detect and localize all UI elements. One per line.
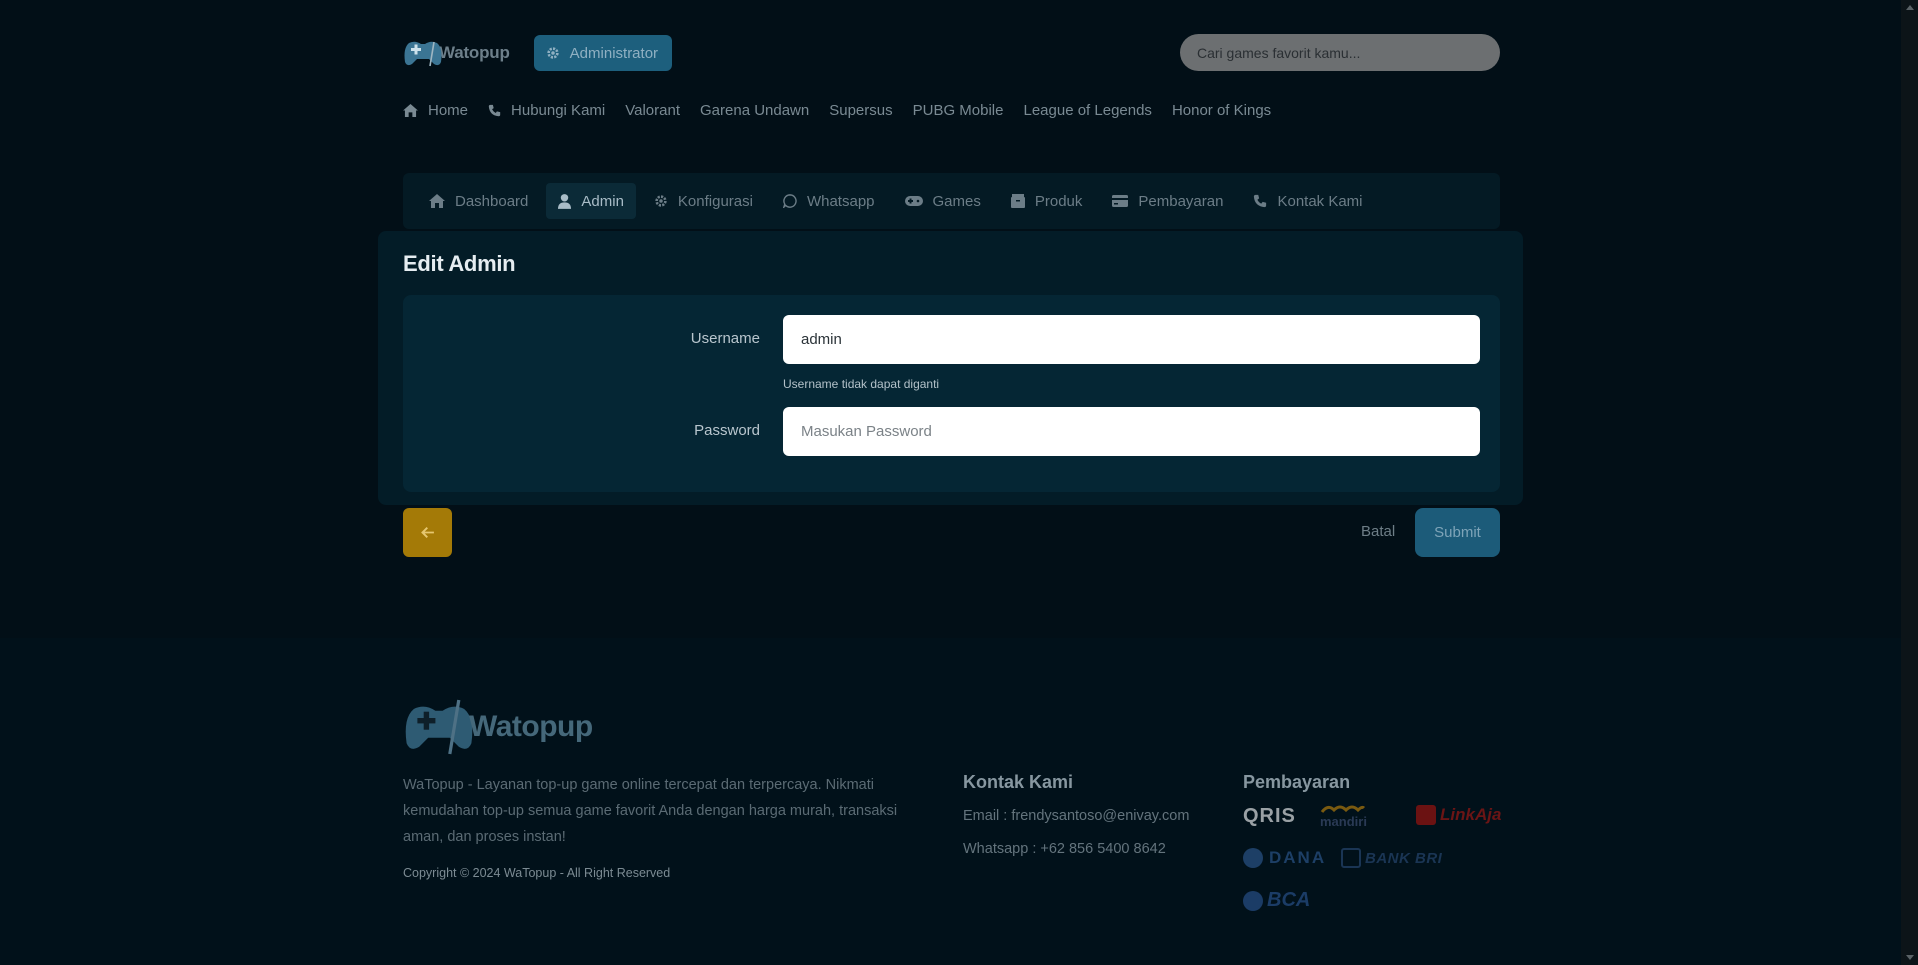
box-icon bbox=[1010, 194, 1025, 208]
footer-payment-title: Pembayaran bbox=[1243, 772, 1351, 792]
tab-label: Whatsapp bbox=[806, 192, 875, 210]
username-label: Username bbox=[690, 330, 760, 347]
tab-pembayaran[interactable]: Pembayaran bbox=[1100, 183, 1235, 219]
administrator-button[interactable]: Administrator bbox=[533, 35, 672, 71]
card-icon bbox=[1112, 195, 1129, 207]
tab-dashboard[interactable]: Dashboard bbox=[417, 183, 540, 219]
gear-icon bbox=[655, 195, 667, 207]
tab-label: Games bbox=[932, 192, 981, 210]
nav-item-valorant[interactable]: Valorant bbox=[625, 102, 680, 119]
footer: Watopup WaTopup - Layanan top-up game on… bbox=[0, 638, 1918, 965]
bca-circle-icon bbox=[1243, 890, 1263, 911]
user-icon bbox=[558, 193, 572, 209]
linkaja-badge-icon bbox=[1416, 805, 1436, 825]
footer-whatsapp[interactable]: Whatsapp : +62 856 5400 8642 bbox=[963, 841, 1166, 857]
tab-label: Dashboard bbox=[455, 192, 529, 210]
payment-dana-logo: DANA bbox=[1243, 848, 1326, 868]
gamepad-logo-icon bbox=[403, 38, 443, 68]
payment-mandiri-logo: mandiri bbox=[1320, 804, 1367, 829]
tab-produk[interactable]: Produk bbox=[999, 183, 1095, 219]
tab-label: Pembayaran bbox=[1138, 192, 1224, 210]
top-nav: Home Hubungi Kami Valorant Garena Undawn… bbox=[403, 100, 1500, 120]
arrow-left-icon bbox=[421, 527, 434, 538]
nav-label: League of Legends bbox=[1023, 101, 1152, 119]
submit-button[interactable]: Submit bbox=[1415, 508, 1500, 557]
tab-whatsapp[interactable]: Whatsapp bbox=[771, 183, 887, 219]
payment-qris-logo: QRIS bbox=[1243, 805, 1296, 828]
gamepad-icon bbox=[904, 196, 923, 206]
nav-label: Valorant bbox=[625, 101, 680, 119]
whatsapp-icon bbox=[782, 194, 797, 208]
phone-icon bbox=[488, 104, 501, 116]
tab-admin[interactable]: Admin bbox=[546, 183, 636, 219]
cancel-button[interactable]: Batal bbox=[1361, 523, 1395, 540]
edit-admin-card: Edit Admin Username Username tidak dapat… bbox=[378, 231, 1523, 505]
home-icon bbox=[403, 103, 418, 117]
footer-brand-logo[interactable]: Watopup bbox=[403, 698, 593, 756]
tab-label: Produk bbox=[1034, 192, 1083, 210]
nav-item-supersus[interactable]: Supersus bbox=[829, 102, 892, 119]
payment-label: mandiri bbox=[1320, 814, 1367, 829]
nav-item-pubg-mobile[interactable]: PUBG Mobile bbox=[913, 102, 1004, 119]
tab-label: Kontak Kami bbox=[1277, 192, 1363, 210]
payment-label: BCA bbox=[1267, 889, 1311, 911]
nav-item-hubungi-kami[interactable]: Hubungi Kami bbox=[488, 102, 605, 119]
footer-email[interactable]: Email : frendysantoso@enivay.com bbox=[963, 808, 1189, 824]
page-title: Edit Admin bbox=[403, 251, 516, 276]
bri-badge-icon bbox=[1341, 848, 1361, 868]
dana-circle-icon bbox=[1243, 848, 1263, 868]
footer-brand-name: Watopup bbox=[469, 710, 593, 743]
tab-label: Konfigurasi bbox=[677, 192, 753, 210]
gear-icon bbox=[546, 47, 559, 59]
back-button[interactable] bbox=[403, 508, 452, 557]
edit-admin-form: Username Username tidak dapat diganti Pa… bbox=[403, 295, 1500, 492]
scroll-down-icon[interactable] bbox=[1906, 955, 1914, 960]
administrator-label: Administrator bbox=[569, 44, 659, 62]
nav-label: Garena Undawn bbox=[700, 101, 810, 119]
tab-konfigurasi[interactable]: Konfigurasi bbox=[642, 183, 765, 219]
payment-bca-logo: BCA bbox=[1243, 889, 1310, 912]
footer-contact-title: Kontak Kami bbox=[963, 772, 1074, 792]
payment-linkaja-logo: LinkAja bbox=[1416, 805, 1501, 825]
payment-label: BANK BRI bbox=[1365, 849, 1443, 867]
payment-label: DANA bbox=[1269, 848, 1327, 867]
header: Watopup Administrator bbox=[403, 34, 1500, 72]
tab-label: Admin bbox=[581, 192, 624, 210]
nav-item-league-of-legends[interactable]: League of Legends bbox=[1023, 102, 1151, 119]
nav-label: Hubungi Kami bbox=[511, 101, 606, 119]
tab-kontak-kami[interactable]: Kontak Kami bbox=[1241, 183, 1374, 219]
brand-logo[interactable]: Watopup bbox=[403, 34, 510, 72]
page-scrollbar[interactable] bbox=[1901, 0, 1918, 965]
phone-icon bbox=[1254, 194, 1267, 208]
search-input[interactable] bbox=[1180, 34, 1500, 71]
footer-copyright: Copyright © 2024 WaTopup - All Right Res… bbox=[403, 866, 671, 880]
username-field[interactable] bbox=[783, 315, 1480, 364]
nav-label: Honor of Kings bbox=[1171, 101, 1272, 119]
tab-games[interactable]: Games bbox=[893, 183, 993, 219]
nav-label: Supersus bbox=[829, 101, 893, 119]
payment-label: QRIS bbox=[1243, 805, 1296, 827]
nav-item-garena-undawn[interactable]: Garena Undawn bbox=[700, 102, 809, 119]
nav-item-home[interactable]: Home bbox=[403, 102, 468, 119]
password-label: Password bbox=[694, 422, 760, 439]
mandiri-wave-icon bbox=[1320, 805, 1366, 813]
nav-label: Home bbox=[428, 101, 469, 119]
nav-item-honor-of-kings[interactable]: Honor of Kings bbox=[1172, 102, 1271, 119]
admin-tabs: Dashboard Admin Konfigurasi Whatsapp Gam… bbox=[403, 173, 1500, 229]
scroll-up-icon[interactable] bbox=[1906, 5, 1914, 10]
footer-description: WaTopup - Layanan top-up game online ter… bbox=[403, 777, 898, 845]
brand-name: Watopup bbox=[439, 43, 510, 62]
nav-label: PUBG Mobile bbox=[912, 101, 1004, 119]
password-field[interactable] bbox=[783, 407, 1480, 456]
payment-bri-logo: BANK BRI bbox=[1341, 848, 1442, 868]
username-help-text: Username tidak dapat diganti bbox=[783, 377, 940, 391]
payment-label: LinkAja bbox=[1440, 805, 1502, 824]
home-icon bbox=[429, 194, 445, 208]
gamepad-logo-icon bbox=[405, 699, 473, 755]
